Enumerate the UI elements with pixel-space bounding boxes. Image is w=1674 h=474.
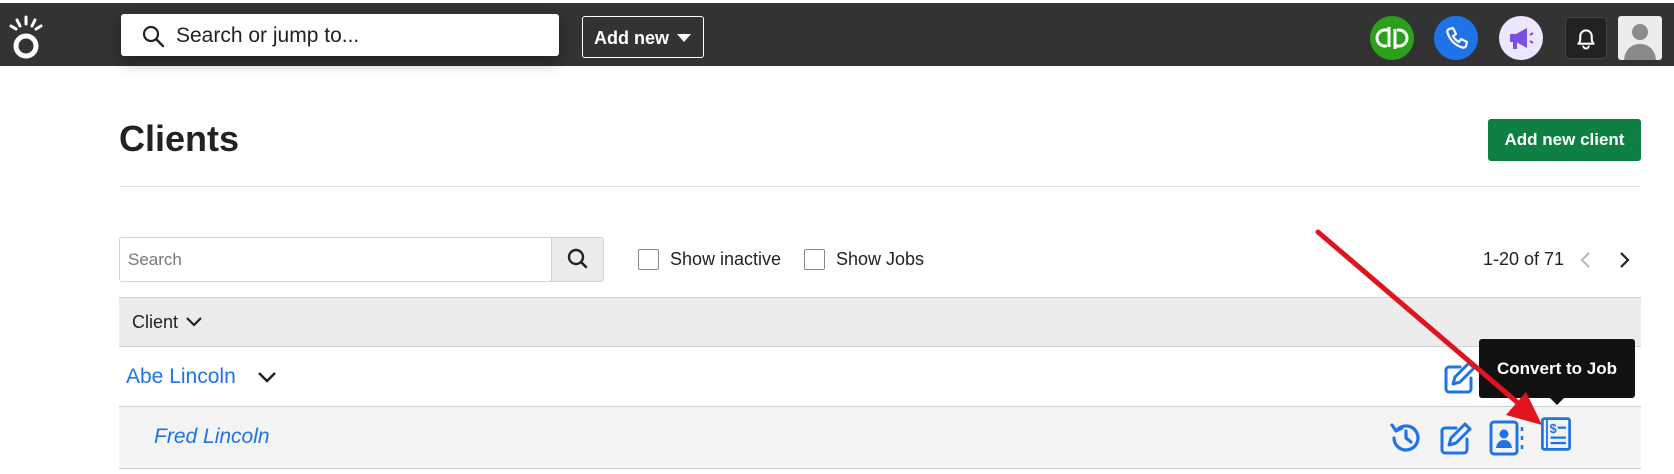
client-search-button[interactable] xyxy=(551,238,603,281)
add-new-dropdown-button[interactable]: Add new xyxy=(582,16,704,58)
sort-chevron-down-icon[interactable] xyxy=(184,314,204,330)
search-icon xyxy=(142,25,165,48)
phone-button[interactable] xyxy=(1434,16,1478,60)
pagination-count: 1-20 of 71 xyxy=(1483,249,1565,269)
top-navigation-bar: Search or jump to... Add new xyxy=(0,0,1674,66)
expand-chevron-down-icon[interactable] xyxy=(255,365,279,389)
caret-down-icon xyxy=(677,34,691,42)
tooltip-pointer xyxy=(1549,397,1565,405)
header-divider xyxy=(119,186,1641,187)
add-new-label: Add new xyxy=(594,28,669,48)
search-icon xyxy=(567,248,588,269)
history-icon[interactable] xyxy=(1387,419,1425,457)
logo-icon[interactable] xyxy=(8,13,44,61)
table-row: Fred Lincoln $ xyxy=(119,407,1641,469)
svg-text:$: $ xyxy=(1550,422,1557,436)
client-name-link[interactable]: Abe Lincoln xyxy=(126,365,236,389)
show-jobs-label[interactable]: Show Jobs xyxy=(836,249,924,270)
add-new-client-button[interactable]: Add new client xyxy=(1488,119,1641,161)
client-search-input[interactable] xyxy=(120,238,552,281)
page-title: Clients xyxy=(119,118,240,159)
table-header: Client xyxy=(119,297,1641,347)
next-page-icon[interactable] xyxy=(1614,248,1634,272)
quickbooks-button[interactable] xyxy=(1370,16,1414,60)
table-row: Abe Lincoln xyxy=(119,347,1641,407)
global-search-placeholder: Search or jump to... xyxy=(176,24,360,47)
megaphone-icon xyxy=(1510,28,1534,49)
contact-card-icon[interactable] xyxy=(1487,419,1525,457)
client-column-header[interactable]: Client xyxy=(132,312,178,333)
show-inactive-checkbox[interactable] xyxy=(638,249,659,270)
job-name-link[interactable]: Fred Lincoln xyxy=(154,425,270,449)
phone-icon xyxy=(1446,26,1469,49)
convert-to-job-tooltip: Convert to Job xyxy=(1479,339,1635,398)
user-menu-button[interactable] xyxy=(1618,16,1662,60)
edit-icon[interactable] xyxy=(1441,358,1479,396)
global-search-input[interactable]: Search or jump to... xyxy=(121,14,559,56)
convert-to-job-icon[interactable]: $ xyxy=(1537,415,1575,453)
user-avatar-icon xyxy=(1624,24,1656,60)
show-jobs-checkbox[interactable] xyxy=(804,249,825,270)
quickbooks-icon xyxy=(1375,27,1409,49)
client-search-group xyxy=(119,237,604,282)
announcements-button[interactable] xyxy=(1499,16,1543,60)
previous-page-icon[interactable] xyxy=(1576,248,1596,272)
bell-icon xyxy=(1577,29,1595,50)
edit-icon[interactable] xyxy=(1437,419,1475,457)
show-inactive-label[interactable]: Show inactive xyxy=(670,249,781,270)
notifications-button[interactable] xyxy=(1565,17,1607,59)
